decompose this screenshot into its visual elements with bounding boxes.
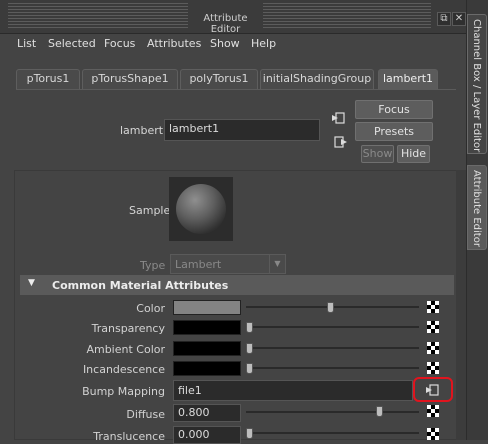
- incandescence-map-button[interactable]: [427, 362, 439, 374]
- translucence-map-button[interactable]: [427, 428, 439, 440]
- tab-ptorusshape1[interactable]: pTorusShape1: [82, 69, 178, 89]
- hide-button[interactable]: Hide: [397, 145, 430, 163]
- menu-bar: List Selected Focus Attributes Show Help: [0, 34, 466, 54]
- color-map-button[interactable]: [427, 301, 439, 313]
- chevron-down-icon: ▼: [269, 255, 285, 273]
- ambient-color-map-button[interactable]: [427, 342, 439, 354]
- sample-sphere-icon: [176, 184, 226, 234]
- type-label: Type: [140, 259, 166, 272]
- show-button[interactable]: Show: [361, 145, 394, 163]
- section-title: Common Material Attributes: [52, 279, 229, 292]
- window-title: Attribute Editor: [203, 13, 248, 35]
- tab-channel-box-layer-editor[interactable]: Channel Box / Layer Editor: [467, 14, 487, 154]
- tab-initialshadinggroup[interactable]: initialShadingGroup: [260, 69, 374, 89]
- diffuse-slider[interactable]: [246, 411, 419, 413]
- diffuse-label: Diffuse: [126, 408, 165, 421]
- incandescence-slider-handle[interactable]: [246, 363, 253, 374]
- bump-mapping-label: Bump Mapping: [82, 385, 165, 398]
- diffuse-map-button[interactable]: [427, 405, 439, 417]
- node-name-label: lambert:: [120, 124, 167, 137]
- ambient-color-slider-handle[interactable]: [246, 343, 253, 354]
- tab-ptorus1[interactable]: pTorus1: [16, 69, 80, 89]
- channel-box-tab-label: Channel Box / Layer Editor: [471, 19, 482, 153]
- tab-polytorus1[interactable]: polyTorus1: [180, 69, 258, 89]
- menu-show[interactable]: Show: [210, 37, 240, 50]
- transparency-slider-handle[interactable]: [246, 322, 253, 333]
- transparency-slider[interactable]: [246, 326, 419, 328]
- tab-divider: [16, 89, 456, 90]
- node-name-field[interactable]: lambert1: [164, 119, 320, 141]
- focus-button[interactable]: Focus: [355, 100, 433, 119]
- translucence-slider-handle[interactable]: [246, 428, 253, 439]
- triangle-down-icon: ▼: [28, 278, 35, 288]
- menu-focus[interactable]: Focus: [104, 37, 135, 50]
- title-grip-left: [8, 3, 188, 29]
- sample-label: Sample: [129, 204, 171, 217]
- float-window-icon[interactable]: ⧉: [437, 12, 451, 26]
- scrollbar[interactable]: [456, 170, 466, 440]
- translucence-field[interactable]: 0.000: [173, 426, 241, 444]
- type-value: Lambert: [175, 258, 222, 271]
- menu-attributes[interactable]: Attributes: [147, 37, 201, 50]
- ambient-color-label: Ambient Color: [86, 343, 165, 356]
- translucence-label: Translucence: [93, 430, 165, 443]
- ambient-color-slider[interactable]: [246, 347, 419, 349]
- transparency-swatch[interactable]: [173, 320, 241, 335]
- diffuse-field[interactable]: 0.800: [173, 404, 241, 422]
- incandescence-slider[interactable]: [246, 367, 419, 369]
- node-tabs: pTorus1 pTorusShape1 polyTorus1 initialS…: [16, 69, 456, 89]
- ambient-color-swatch[interactable]: [173, 341, 241, 356]
- section-common-material-attributes[interactable]: ▼ Common Material Attributes: [20, 275, 454, 295]
- title-bar: Attribute Editor ⧉ ✕: [0, 0, 466, 35]
- highlight-annotation: [413, 377, 453, 402]
- tab-attribute-editor[interactable]: Attribute Editor: [467, 165, 487, 250]
- color-label: Color: [136, 302, 165, 315]
- incandescence-label: Incandescence: [82, 363, 165, 376]
- transparency-map-button[interactable]: [427, 321, 439, 333]
- tab-lambert1[interactable]: lambert1: [378, 69, 438, 89]
- close-icon[interactable]: ✕: [452, 12, 466, 26]
- color-swatch[interactable]: [173, 300, 241, 315]
- type-dropdown[interactable]: Lambert ▼: [170, 254, 286, 274]
- menu-list[interactable]: List: [17, 37, 36, 50]
- transparency-label: Transparency: [91, 322, 165, 335]
- incandescence-swatch[interactable]: [173, 361, 241, 376]
- title-grip-right: [263, 3, 431, 29]
- menu-selected[interactable]: Selected: [48, 37, 96, 50]
- presets-button[interactable]: Presets: [355, 122, 433, 141]
- diffuse-slider-handle[interactable]: [376, 406, 383, 417]
- output-connection-icon[interactable]: [334, 135, 348, 149]
- attribute-editor-tab-label: Attribute Editor: [471, 170, 482, 247]
- translucence-slider[interactable]: [246, 432, 419, 434]
- bump-mapping-field[interactable]: file1: [173, 380, 413, 401]
- menu-help[interactable]: Help: [251, 37, 276, 50]
- input-connection-icon[interactable]: [331, 111, 345, 125]
- color-slider-handle[interactable]: [327, 302, 334, 313]
- material-sample-preview: [169, 177, 233, 241]
